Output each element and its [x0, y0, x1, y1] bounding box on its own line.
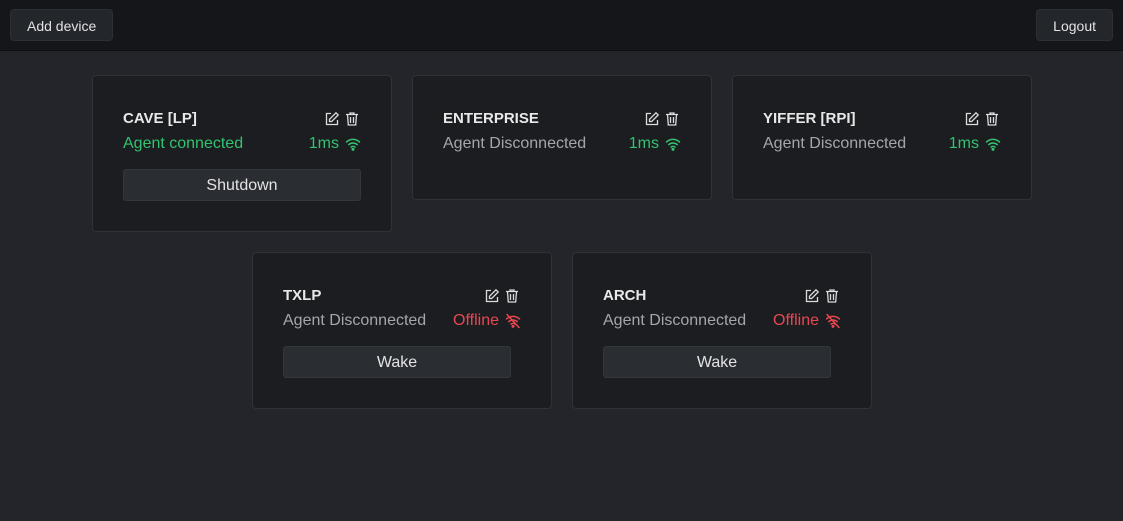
wifi-icon: [345, 138, 361, 151]
add-device-button[interactable]: Add device: [10, 9, 114, 41]
wake-button[interactable]: Wake: [283, 346, 511, 378]
ping-value: 1ms: [628, 135, 659, 152]
device-name: CAVE [LP]: [123, 110, 197, 127]
trash-icon[interactable]: [984, 111, 1000, 127]
device-name: ENTERPRISE: [443, 110, 539, 127]
ping-value: 1ms: [948, 135, 979, 152]
edit-icon[interactable]: [324, 111, 340, 127]
edit-icon[interactable]: [484, 288, 500, 304]
wifi-icon: [665, 138, 681, 151]
ping-status: Offline: [453, 312, 521, 330]
edit-icon[interactable]: [644, 111, 660, 127]
offline-label: Offline: [453, 312, 499, 329]
wifi-icon: [985, 138, 1001, 151]
device-card: CAVE [LP] Agent connected 1ms Shutdown: [92, 75, 392, 232]
card-actions: [484, 288, 520, 304]
trash-icon[interactable]: [664, 111, 680, 127]
wake-button[interactable]: Wake: [603, 346, 831, 378]
shutdown-button[interactable]: Shutdown: [123, 169, 361, 201]
device-name: YIFFER [RPI]: [763, 110, 856, 127]
device-card: YIFFER [RPI] Agent Disconnected 1ms: [732, 75, 1032, 200]
ping-status: 1ms: [949, 135, 1001, 153]
card-actions: [964, 111, 1000, 127]
wifi-off-icon: [505, 313, 521, 329]
ping-status: Offline: [773, 312, 841, 330]
agent-status: Agent connected: [123, 135, 244, 152]
wifi-off-icon: [825, 313, 841, 329]
ping-status: 1ms: [309, 135, 361, 153]
top-bar: Add device Logout: [0, 0, 1123, 51]
ping-status: 1ms: [629, 135, 681, 153]
trash-icon[interactable]: [824, 288, 840, 304]
device-card: TXLP Agent Disconnected Offline Wake: [252, 252, 552, 409]
agent-status: Agent Disconnected: [443, 135, 587, 152]
logout-button[interactable]: Logout: [1036, 9, 1113, 41]
card-actions: [324, 111, 360, 127]
trash-icon[interactable]: [504, 288, 520, 304]
agent-status: Agent Disconnected: [763, 135, 907, 152]
agent-status: Agent Disconnected: [283, 312, 427, 329]
device-card: ARCH Agent Disconnected Offline Wake: [572, 252, 872, 409]
offline-label: Offline: [773, 312, 819, 329]
edit-icon[interactable]: [804, 288, 820, 304]
agent-status: Agent Disconnected: [603, 312, 747, 329]
device-name: ARCH: [603, 287, 647, 304]
edit-icon[interactable]: [964, 111, 980, 127]
card-actions: [804, 288, 840, 304]
ping-value: 1ms: [308, 135, 339, 152]
device-name: TXLP: [283, 287, 322, 304]
device-card: ENTERPRISE Agent Disconnected 1ms: [412, 75, 712, 200]
card-actions: [644, 111, 680, 127]
trash-icon[interactable]: [344, 111, 360, 127]
